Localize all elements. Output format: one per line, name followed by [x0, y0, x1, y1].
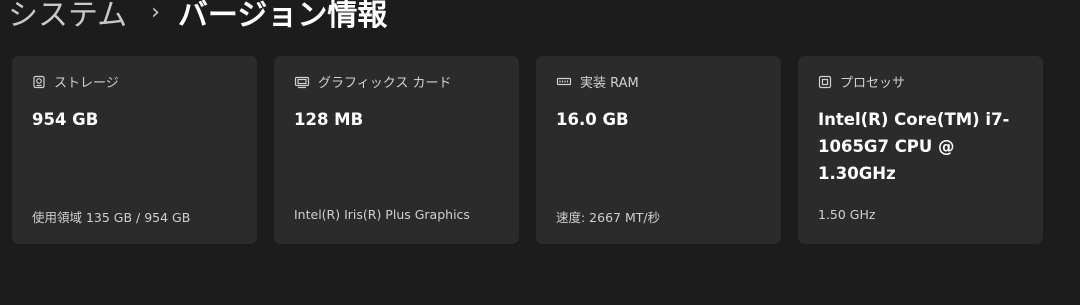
ram-icon — [556, 75, 572, 89]
graphics-card-icon — [294, 75, 310, 89]
storage-card-value: 954 GB — [32, 110, 99, 129]
page-title: バージョン情報 — [177, 0, 388, 33]
graphics-card-header: グラフィックス カード — [294, 72, 451, 91]
processor-card[interactable]: プロセッサ Intel(R) Core(TM) i7-1065G7 CPU @ … — [798, 56, 1043, 244]
storage-card[interactable]: ストレージ 954 GB 使用領域 135 GB / 954 GB — [12, 56, 257, 244]
storage-card-detail: 使用領域 135 GB / 954 GB — [32, 210, 191, 225]
processor-icon — [818, 75, 832, 89]
storage-card-header: ストレージ — [32, 72, 119, 91]
graphics-card-title: グラフィックス カード — [318, 76, 452, 91]
graphics-card-value: 128 MB — [294, 110, 364, 129]
processor-card-value: Intel(R) Core(TM) i7-1065G7 CPU @ 1.30GH… — [818, 110, 1010, 183]
graphics-card[interactable]: グラフィックス カード 128 MB Intel(R) Iris(R) Plus… — [274, 56, 519, 244]
processor-card-header: プロセッサ — [818, 72, 905, 91]
ram-card-title: 実装 RAM — [580, 76, 639, 91]
breadcrumb: システム › バージョン情報 — [8, 0, 387, 36]
breadcrumb-separator-icon: › — [151, 0, 160, 25]
processor-card-detail: 1.50 GHz — [818, 207, 876, 222]
ram-card-detail: 速度: 2667 MT/秒 — [556, 210, 661, 225]
ram-card[interactable]: 実装 RAM 16.0 GB 速度: 2667 MT/秒 — [536, 56, 781, 244]
breadcrumb-parent[interactable]: システム — [8, 0, 127, 34]
ram-card-value: 16.0 GB — [556, 110, 629, 129]
storage-icon — [32, 75, 46, 89]
storage-card-title: ストレージ — [54, 76, 119, 91]
processor-card-title: プロセッサ — [840, 76, 906, 91]
ram-card-header: 実装 RAM — [556, 72, 639, 91]
graphics-card-detail: Intel(R) Iris(R) Plus Graphics — [294, 207, 470, 222]
